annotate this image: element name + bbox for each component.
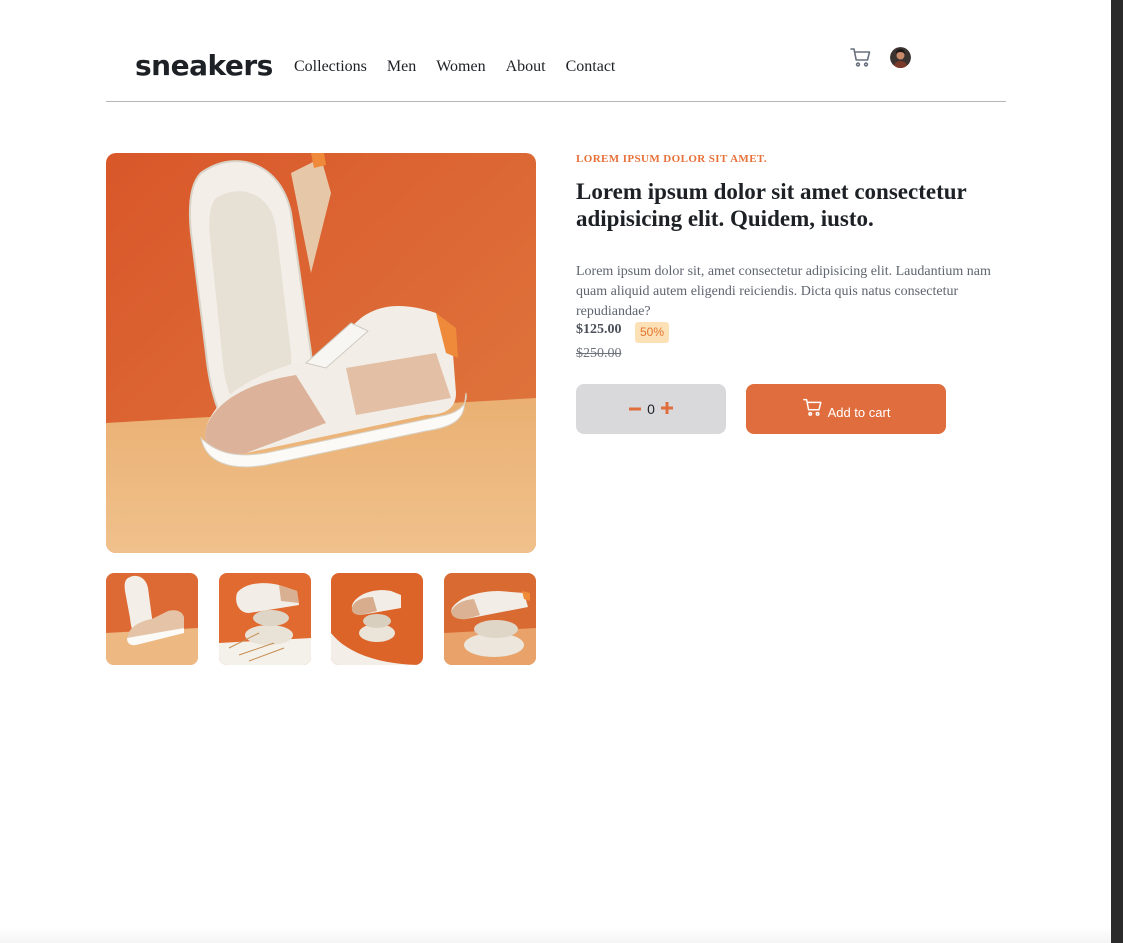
product-title: Lorem ipsum dolor sit amet consectetur a… xyxy=(576,179,967,231)
add-to-cart-button[interactable]: Add to cart xyxy=(746,384,946,434)
product-brand: LOREM IPSUM DOLOR SIT AMET. xyxy=(576,153,768,165)
main-nav: Collections Men Women About Contact xyxy=(294,56,615,78)
product-price: $125.00 xyxy=(576,322,622,337)
quantity-value: 0 xyxy=(647,401,655,417)
discount-badge: 50% xyxy=(635,322,669,343)
window-edge xyxy=(1111,0,1123,943)
bottom-edge xyxy=(0,928,1111,943)
original-price: $250.00 xyxy=(576,346,622,361)
thumbnail-3[interactable] xyxy=(331,573,423,665)
cart-icon xyxy=(802,396,824,423)
plus-icon[interactable] xyxy=(660,401,674,415)
nav-men[interactable]: Men xyxy=(387,56,416,78)
nav-women[interactable]: Women xyxy=(436,56,485,78)
thumbnail-4[interactable] xyxy=(444,573,536,665)
product-description: Lorem ipsum dolor sit, amet consectetur … xyxy=(576,264,991,319)
add-to-cart-label: Add to cart xyxy=(827,404,891,420)
thumbnail-1[interactable] xyxy=(106,573,198,665)
main-product-image[interactable] xyxy=(106,153,536,553)
nav-about[interactable]: About xyxy=(506,56,546,78)
nav-contact[interactable]: Contact xyxy=(566,56,616,78)
thumbnail-strip xyxy=(106,573,536,665)
quantity-stepper: 0 xyxy=(576,384,726,434)
thumbnail-2[interactable] xyxy=(219,573,311,665)
minus-icon[interactable] xyxy=(628,402,642,416)
nav-collections[interactable]: Collections xyxy=(294,56,367,78)
cart-icon[interactable] xyxy=(849,45,873,69)
avatar[interactable] xyxy=(890,47,911,68)
site-header: sneakers Collections Men Women About Con… xyxy=(106,0,1006,102)
logo[interactable]: sneakers xyxy=(135,48,273,84)
